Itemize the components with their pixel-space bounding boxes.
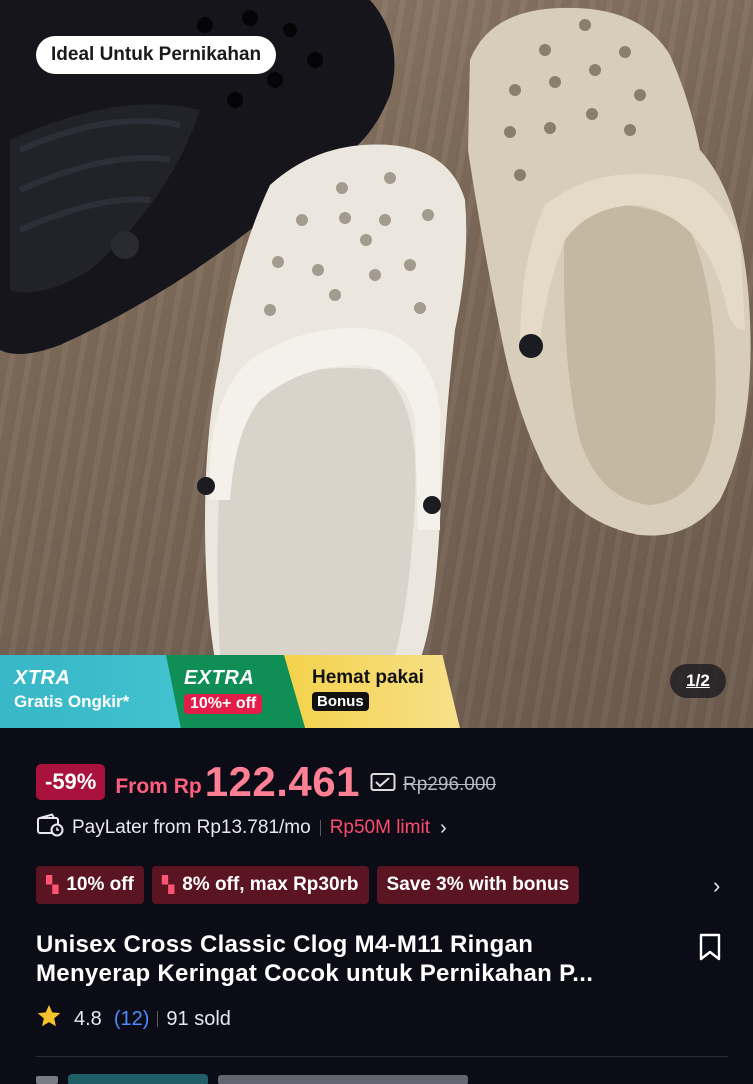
section-divider — [36, 1056, 728, 1057]
hemat-title: Hemat pakai — [312, 667, 424, 688]
coupon-row: ▚ 10% off ▚ 8% off, max Rp30rb Save 3% w… — [36, 866, 580, 904]
beige-clog-shape — [468, 7, 751, 536]
coupon-label: 8% off, max Rp30rb — [182, 874, 359, 895]
bookmark-icon[interactable] — [697, 932, 723, 967]
current-price: 122.461 — [204, 758, 361, 805]
bonus-segment: Hemat pakai Bonus — [284, 655, 460, 728]
rating-score: 4.8 — [74, 1007, 102, 1030]
coupons-chevron-right-icon[interactable]: › — [713, 873, 720, 899]
rating-separator — [157, 1011, 159, 1027]
product-photo-clogs — [0, 0, 751, 660]
extra-chip: 10%+ off — [184, 694, 263, 714]
paylater-separator — [319, 820, 321, 836]
promo-ribbon[interactable]: XTRA Gratis Ongkir* EXTRA 10%+ off Hemat… — [0, 655, 470, 728]
sold-count: 91 sold — [166, 1007, 231, 1030]
xtra-subtitle: Gratis Ongkir* — [14, 692, 130, 711]
paylater-row[interactable]: PayLater from Rp13.781/mo Rp50M limit › — [36, 813, 447, 843]
occasion-tag: Ideal Untuk Pernikahan — [36, 36, 277, 74]
truck-icon — [36, 1076, 58, 1084]
image-counter: 1/2 — [670, 664, 726, 698]
coupon-chip[interactable]: Save 3% with bonus — [376, 866, 580, 904]
shipping-row-partial — [36, 1074, 468, 1084]
product-title-line1: Unisex Cross Classic Clog M4-M11 Ringan — [36, 931, 534, 958]
product-image-gallery[interactable]: Ideal Untuk Pernikahan XTRA Gratis Ongki… — [0, 0, 753, 728]
coupon-chip[interactable]: ▚ 8% off, max Rp30rb — [151, 866, 369, 904]
bonus-chip: Bonus — [312, 692, 369, 711]
coupon-label: 10% off — [66, 874, 134, 895]
coupon-ticket-icon: ▚ — [161, 877, 175, 894]
price-breakdown-icon[interactable] — [370, 771, 396, 798]
original-price: Rp296.000 — [403, 774, 496, 795]
discount-badge: -59% — [36, 764, 106, 800]
shipping-badge-partial — [68, 1074, 208, 1084]
price-row: -59% From Rp 122.461 Rp296.000 — [36, 754, 496, 810]
paylater-limit: Rp50M limit — [329, 817, 430, 838]
coupon-chip[interactable]: ▚ 10% off — [36, 866, 144, 904]
coupon-ticket-icon: ▚ — [46, 877, 59, 894]
image-counter-text: 1/2 — [686, 671, 710, 690]
shipping-text-partial — [218, 1075, 468, 1084]
coupon-label: Save 3% with bonus — [386, 874, 570, 895]
rating-row[interactable]: 4.8 (12) 91 sold — [36, 1004, 231, 1034]
paylater-text: PayLater from Rp13.781/mo — [72, 817, 311, 838]
product-info-panel: -59% From Rp 122.461 Rp296.000 PayLater … — [0, 728, 753, 1084]
chevron-right-icon: › — [440, 816, 447, 839]
wallet-clock-icon — [36, 813, 64, 843]
product-title[interactable]: Unisex Cross Classic Clog M4-M11 Ringan … — [36, 930, 676, 988]
review-count[interactable]: (12) — [114, 1008, 150, 1031]
product-title-line2: Menyerap Keringat Cocok untuk Pernikahan… — [36, 960, 594, 987]
price-prefix: From Rp — [115, 775, 202, 798]
star-icon — [36, 1003, 62, 1035]
